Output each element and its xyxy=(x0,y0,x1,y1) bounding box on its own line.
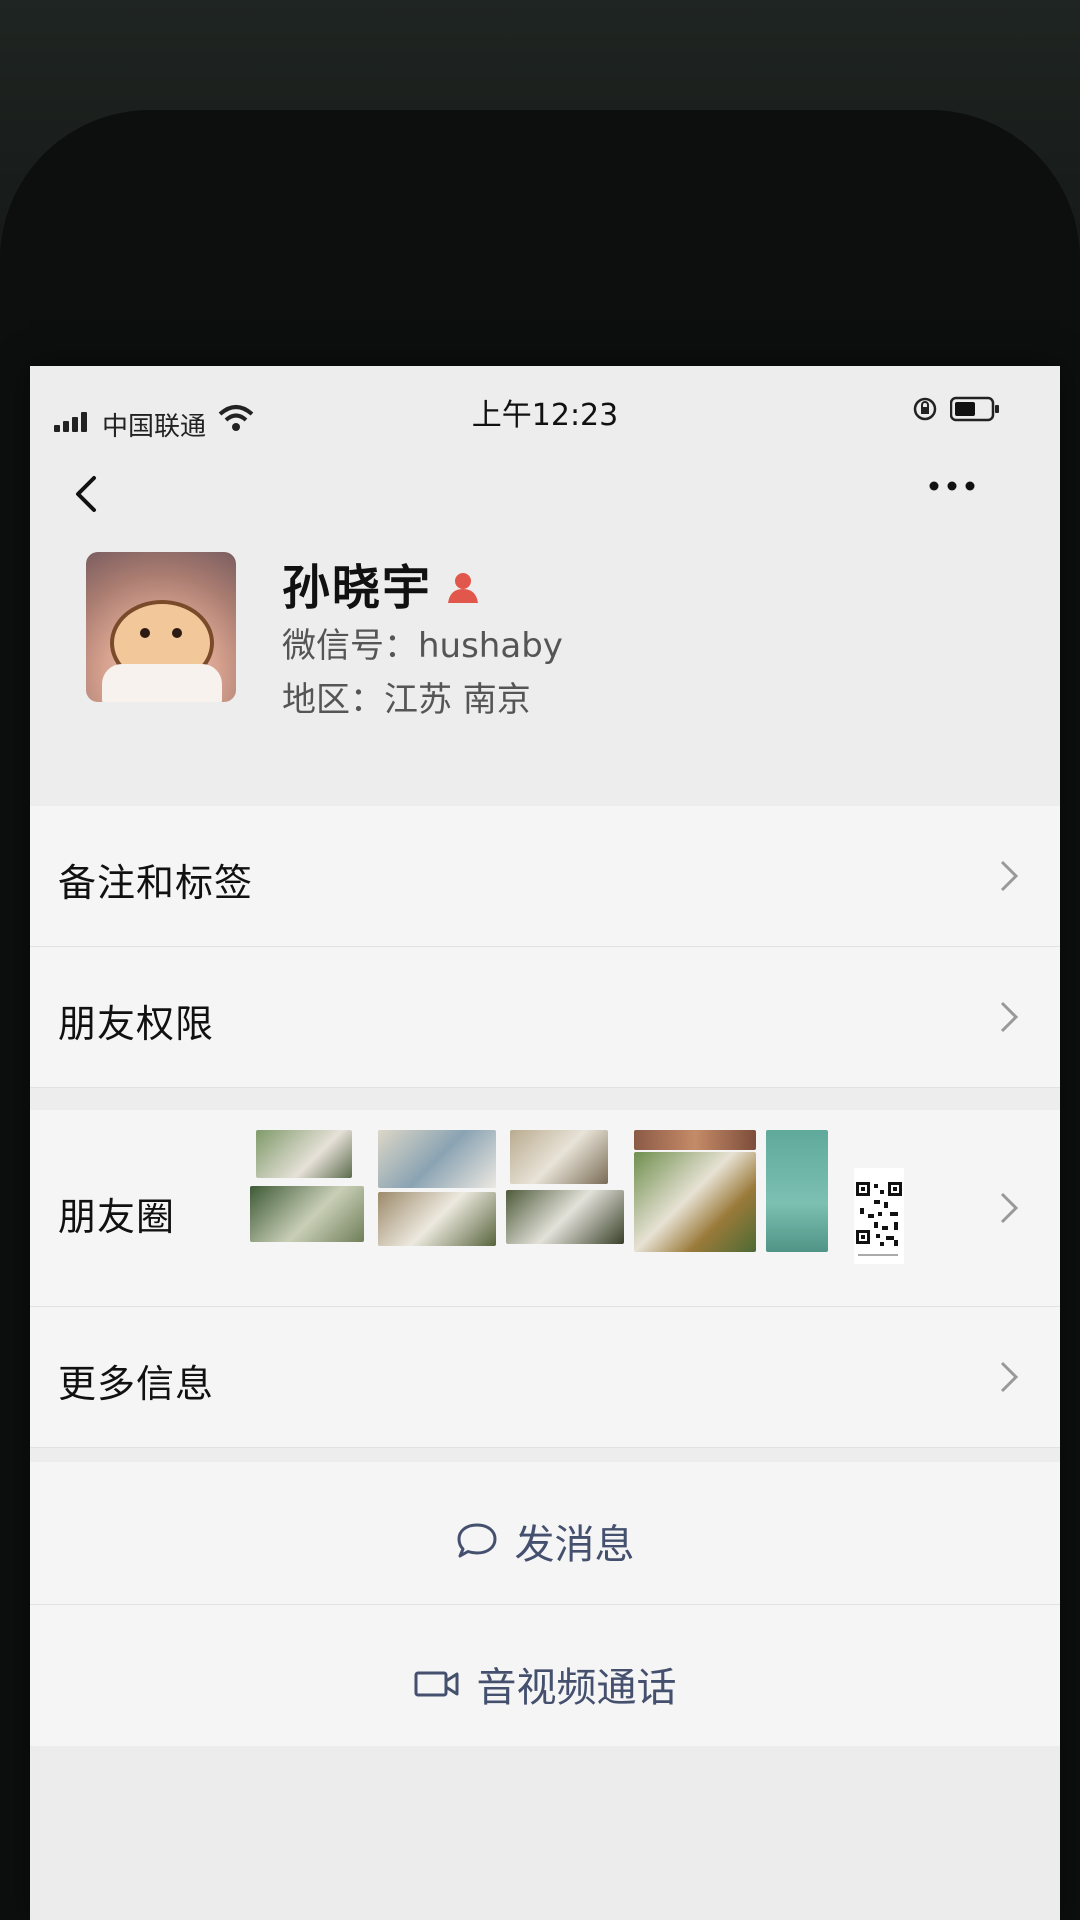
moments-photo xyxy=(378,1130,496,1188)
profile-header: 孙晓宇 微信号：hushaby 地区：江苏 南京 xyxy=(30,552,1060,792)
row-more-info[interactable]: 更多信息 xyxy=(30,1307,1060,1448)
moments-thumbnails xyxy=(250,1130,904,1286)
row-more-info-label: 更多信息 xyxy=(58,1362,215,1406)
screen-bottom-area xyxy=(30,1746,1060,1920)
chevron-right-icon xyxy=(1000,1192,1019,1224)
moments-photo xyxy=(250,1186,364,1242)
send-message-label: 发消息 xyxy=(514,1522,635,1568)
clock: 上午12:23 xyxy=(471,398,619,433)
row-permissions-label: 朋友权限 xyxy=(58,1002,215,1046)
row-remarks-label: 备注和标签 xyxy=(58,861,254,905)
gender-icon xyxy=(448,573,478,603)
chevron-right-icon xyxy=(1000,860,1019,892)
more-icon[interactable] xyxy=(922,466,982,506)
profile-name: 孙晓宇 xyxy=(282,560,433,616)
info-group: 朋友圈 更多信息 xyxy=(30,1110,1060,1448)
rotation-lock-icon xyxy=(913,397,937,421)
wechat-id: 微信号：hushaby xyxy=(282,626,563,666)
moments-photo xyxy=(634,1152,756,1252)
chevron-right-icon xyxy=(1000,1001,1019,1033)
settings-group: 备注和标签 朋友权限 xyxy=(30,806,1060,1088)
chat-bubble-icon xyxy=(457,1523,497,1558)
moments-photo xyxy=(506,1190,624,1244)
row-moments[interactable]: 朋友圈 xyxy=(30,1110,1060,1307)
moments-photo xyxy=(634,1130,756,1150)
chevron-right-icon xyxy=(1000,1361,1019,1393)
send-message-button[interactable]: 发消息 xyxy=(30,1462,1060,1605)
row-permissions[interactable]: 朋友权限 xyxy=(30,947,1060,1088)
moments-photo xyxy=(766,1130,828,1252)
status-bar: 中国联通 上午12:23 xyxy=(30,366,1060,442)
video-call-button[interactable]: 音视频通话 xyxy=(30,1605,1060,1748)
row-moments-label: 朋友圈 xyxy=(58,1195,176,1239)
moments-photo xyxy=(256,1130,352,1178)
back-icon[interactable] xyxy=(68,466,104,522)
action-group: 发消息 音视频通话 xyxy=(30,1462,1060,1748)
avatar[interactable] xyxy=(86,552,236,702)
region: 地区：江苏 南京 xyxy=(282,680,531,720)
video-camera-icon xyxy=(414,1671,459,1697)
moments-photo xyxy=(378,1192,496,1246)
battery-icon xyxy=(950,396,999,422)
qr-code-thumbnail xyxy=(854,1168,904,1264)
screen: 中国联通 上午12:23 孙晓宇 微信号：hushaby 地区：江苏 南京 备注… xyxy=(30,366,1060,1920)
row-remarks[interactable]: 备注和标签 xyxy=(30,806,1060,947)
video-call-label: 音视频通话 xyxy=(476,1665,677,1711)
moments-photo xyxy=(510,1130,608,1184)
